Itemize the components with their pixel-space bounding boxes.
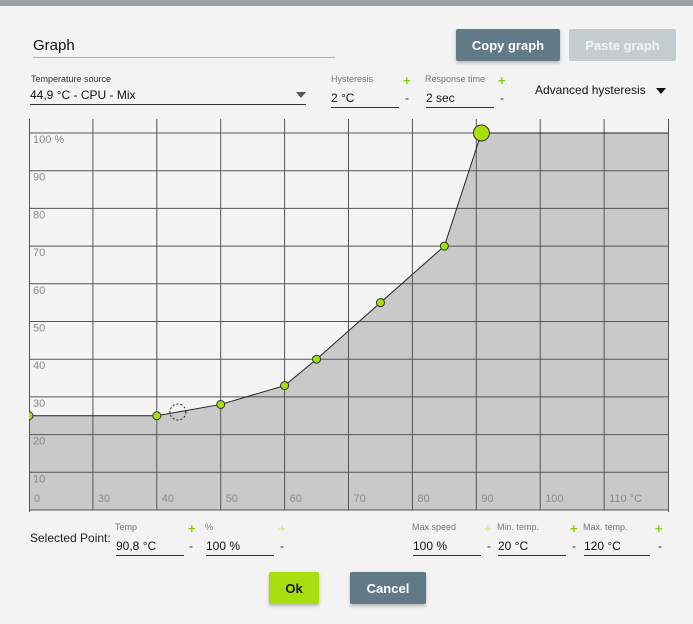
y-tick-label: 90	[33, 172, 45, 184]
y-tick-label: 20	[33, 436, 45, 448]
curve-point[interactable]	[216, 399, 226, 409]
y-tick-label: 80	[33, 209, 45, 221]
response-time-minus-icon[interactable]: -	[500, 92, 504, 104]
y-tick-label: 40	[33, 360, 45, 372]
y-tick-label: 30	[33, 398, 45, 410]
paste-graph-button[interactable]: Paste graph	[569, 29, 676, 61]
percent-label: %	[205, 522, 214, 532]
max-temp-field[interactable]: 120 °C	[584, 537, 650, 556]
hysteresis-value: 2 °C	[331, 91, 355, 105]
background-window-strip	[0, 0, 693, 6]
curve-point[interactable]	[280, 381, 290, 391]
response-time-label: Response time	[425, 74, 486, 84]
temperature-source-label: Temperature source	[31, 74, 112, 84]
percent-minus-icon[interactable]: -	[280, 540, 284, 552]
chevron-down-icon[interactable]	[296, 92, 306, 98]
hysteresis-label: Hysteresis	[331, 74, 374, 84]
y-tick-label: 10	[33, 473, 45, 485]
x-tick-label: 100	[545, 493, 563, 505]
min-temp-minus-icon[interactable]: -	[572, 540, 576, 552]
copy-graph-button[interactable]: Copy graph	[456, 29, 560, 61]
max-temp-value: 120 °C	[584, 539, 621, 553]
max-speed-label: Max speed	[412, 522, 457, 532]
max-temp-plus-icon[interactable]: +	[655, 522, 663, 535]
max-speed-value: 100 %	[413, 539, 448, 553]
temp-field[interactable]: 90,8 °C	[116, 537, 184, 556]
curve-point[interactable]	[29, 411, 34, 421]
percent-plus-icon[interactable]: +	[278, 522, 286, 535]
curve-point[interactable]	[312, 354, 322, 364]
x-tick-label: 0	[34, 493, 40, 505]
y-tick-label: 70	[33, 247, 45, 259]
chevron-down-icon[interactable]	[656, 88, 666, 94]
hysteresis-plus-icon[interactable]: +	[403, 74, 411, 87]
temp-plus-icon[interactable]: +	[188, 522, 196, 535]
response-time-value: 2 sec	[426, 91, 455, 105]
percent-value: 100 %	[206, 539, 241, 553]
curve-point[interactable]	[375, 298, 385, 308]
max-temp-minus-icon[interactable]: -	[658, 540, 662, 552]
y-tick-label: 100 %	[33, 134, 64, 146]
curve-point[interactable]	[439, 241, 449, 251]
x-tick-label: 70	[354, 493, 366, 505]
ok-button[interactable]: Ok	[269, 572, 319, 604]
min-temp-value: 20 °C	[498, 539, 529, 553]
hysteresis-minus-icon[interactable]: -	[405, 92, 409, 104]
temp-label: Temp	[115, 522, 138, 532]
cancel-button[interactable]: Cancel	[350, 572, 426, 604]
max-speed-plus-icon[interactable]: +	[484, 522, 492, 535]
x-tick-label: 90	[481, 493, 493, 505]
min-temp-label: Min. temp.	[497, 522, 540, 532]
y-tick-label: 50	[33, 323, 45, 335]
temp-value: 90,8 °C	[116, 539, 157, 553]
temperature-source-value: 44,9 °C - CPU - Mix	[30, 88, 136, 102]
selected-point-label: Selected Point:	[30, 531, 111, 545]
x-tick-label: 50	[226, 493, 238, 505]
percent-field[interactable]: 100 %	[206, 537, 274, 556]
fan-curve-graph[interactable]: 0 30 40 50 60 70 80 90 100 110 °C 10 20 30 40 50 60 70 80…	[29, 119, 669, 512]
max-speed-minus-icon[interactable]: -	[487, 540, 491, 552]
min-temp-field[interactable]: 20 °C	[498, 537, 566, 556]
graph-name-input[interactable]	[33, 33, 335, 58]
selected-curve-point[interactable]	[472, 124, 490, 142]
advanced-hysteresis-label: Advanced hysteresis	[535, 83, 646, 97]
temp-minus-icon[interactable]: -	[189, 540, 193, 552]
x-tick-label: 110 °C	[609, 493, 642, 505]
advanced-hysteresis-dropdown[interactable]: Advanced hysteresis	[535, 83, 646, 97]
max-speed-field[interactable]: 100 %	[413, 537, 481, 556]
x-tick-label: 40	[162, 493, 174, 505]
x-tick-label: 60	[290, 493, 302, 505]
x-tick-label: 80	[417, 493, 429, 505]
x-tick-label: 30	[98, 493, 110, 505]
temperature-source-select[interactable]: 44,9 °C - CPU - Mix	[30, 86, 306, 105]
min-temp-plus-icon[interactable]: +	[570, 522, 578, 535]
curve-point[interactable]	[152, 411, 162, 421]
response-time-field[interactable]: 2 sec	[426, 89, 494, 108]
max-temp-label: Max. temp.	[583, 522, 628, 532]
y-tick-label: 60	[33, 285, 45, 297]
response-time-plus-icon[interactable]: +	[498, 74, 506, 87]
hysteresis-field[interactable]: 2 °C	[331, 89, 399, 108]
